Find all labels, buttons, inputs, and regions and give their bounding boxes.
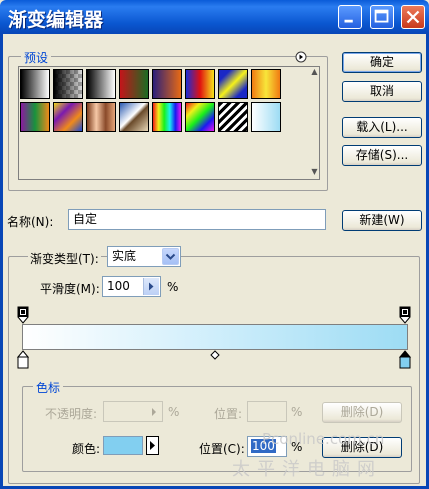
smoothness-value: 100 [107, 279, 130, 293]
save-button[interactable]: 存储(S)... [342, 145, 422, 166]
minimize-button[interactable] [338, 5, 362, 29]
new-button[interactable]: 新建(W) [342, 210, 422, 231]
gradient-type-select[interactable]: 实底 [107, 246, 181, 267]
preset-swatch-violet-orange[interactable] [152, 69, 182, 99]
title-bar: 渐变编辑器 [0, 0, 429, 34]
name-field[interactable]: 自定 [68, 209, 326, 230]
minimize-icon [344, 19, 353, 23]
preset-swatch-spectrum[interactable] [152, 102, 182, 132]
midpoint-diamond-icon[interactable] [210, 350, 220, 360]
opacity-stop-left[interactable] [17, 306, 29, 324]
color-label: 颜色: [72, 442, 101, 456]
maximize-button[interactable] [370, 5, 394, 29]
stops-legend: 色标 [33, 379, 64, 396]
opacity-location-label: 位置: [214, 407, 243, 421]
preset-swatch-light-blue[interactable] [251, 102, 281, 132]
load-button[interactable]: 载入(L)... [342, 117, 422, 138]
presets-menu-icon[interactable] [295, 51, 307, 63]
preset-swatch-foreground-to-background[interactable] [20, 69, 50, 99]
smoothness-unit: % [167, 280, 179, 294]
color-stop-right[interactable] [399, 350, 411, 370]
stop-color-swatch[interactable] [103, 436, 143, 455]
smoothness-stepper[interactable] [143, 278, 159, 295]
opacity-unit: % [168, 405, 180, 419]
maximize-icon [374, 9, 389, 23]
watermark-url: Pconline.com.cn [262, 430, 385, 448]
gradient-type-label: 渐变类型(T): [28, 250, 101, 267]
gradient-preview-bar[interactable] [22, 324, 408, 350]
presets-legend: 预设 [21, 49, 52, 66]
chevron-down-icon[interactable] [162, 248, 179, 265]
preset-swatch-black-white[interactable] [86, 69, 116, 99]
opacity-stepper-icon [152, 408, 156, 416]
preset-swatch-violet-green-orange[interactable] [20, 102, 50, 132]
smoothness-field[interactable]: 100 [102, 276, 161, 297]
watermark-site-name: 太平洋电脑网 [232, 459, 382, 480]
preset-swatch-foreground-to-transparent[interactable] [53, 69, 83, 99]
gradient-type-value: 实底 [112, 249, 137, 263]
triangle-right-icon [150, 441, 155, 450]
preset-swatch-chrome[interactable] [119, 102, 149, 132]
close-icon [406, 10, 420, 24]
color-menu-button[interactable] [146, 436, 159, 455]
preset-swatch-yellow-violet-orange-blue[interactable] [53, 102, 83, 132]
preset-swatch-transparent-stripes[interactable] [218, 102, 248, 132]
name-label: 名称(N): [7, 215, 54, 229]
scroll-up-icon[interactable]: ▲ [309, 67, 320, 79]
opacity-field [103, 401, 163, 422]
opacity-stop-right[interactable] [399, 306, 411, 324]
smoothness-label: 平滑度(M): [40, 282, 100, 296]
opacity-label: 不透明度: [45, 407, 98, 421]
close-button[interactable] [401, 5, 425, 29]
preset-swatch-copper[interactable] [86, 102, 116, 132]
window-frame-left [0, 34, 3, 489]
ok-button[interactable]: 确定 [342, 52, 422, 73]
delete-opacity-stop-button: 删除(D) [322, 402, 402, 423]
preset-swatch-blue-red-yellow[interactable] [185, 69, 215, 99]
color-stop-left[interactable] [17, 350, 29, 370]
scroll-down-icon[interactable]: ▼ [309, 167, 320, 179]
cancel-button[interactable]: 取消 [342, 81, 422, 102]
preset-swatch-red-green[interactable] [119, 69, 149, 99]
preset-swatch-transparent-rainbow[interactable] [185, 102, 215, 132]
preset-swatch-blue-yellow-blue[interactable] [218, 69, 248, 99]
opacity-location-unit: % [291, 405, 303, 419]
preset-swatch-orange-yellow-orange[interactable] [251, 69, 281, 99]
presets-list[interactable]: ▲ ▼ [18, 66, 320, 180]
opacity-location-field [247, 401, 287, 422]
window-title: 渐变编辑器 [8, 9, 104, 31]
